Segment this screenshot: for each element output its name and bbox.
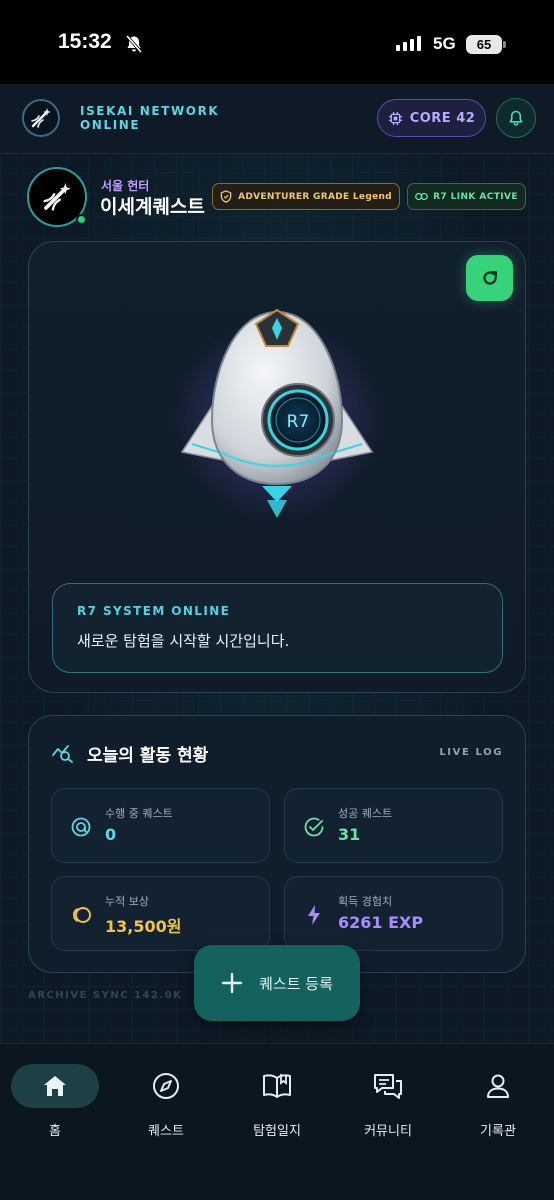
grade-badge-label: ADVENTURER GRADE Legend [238,191,392,202]
system-title: R7 SYSTEM ONLINE [77,604,231,618]
stat-label: 획득 경험치 [338,895,393,908]
register-quest-button[interactable]: 퀘스트 등록 [194,945,360,1021]
book-icon [233,1064,321,1108]
stat-label: 수행 중 퀘스트 [105,807,173,820]
r7-robot-illustration: R7 [170,302,384,530]
comet-icon [31,108,51,128]
brand-line-1: ISEKAI NETWORK [80,104,220,118]
core-button[interactable]: CORE 42 [377,99,486,137]
online-status-dot [76,214,87,225]
archive-sync-text: ARCHIVE SYNC 142.0K [28,990,183,1001]
link-status-badge: R7 LINK ACTIVE [407,183,526,210]
nav-label: 홈 [49,1124,61,1139]
nav-label: 퀘스트 [148,1124,184,1139]
link-icon [415,192,428,201]
stat-label: 성공 퀘스트 [338,807,393,820]
stats-title: 오늘의 활동 현황 [87,746,209,766]
app-logo[interactable] [22,99,60,137]
bottom-navigation: 홈 퀘스트 탐험일지 커뮤니티 기록관 [0,1043,554,1200]
stat-value: 6261 EXP [338,913,424,932]
profile-name: 이세계퀘스트 [100,196,205,218]
nav-item-home[interactable]: 홈 [10,1064,100,1159]
refresh-button[interactable] [466,255,513,301]
live-log-link[interactable]: LIVE LOG [439,747,503,758]
nav-label: 기록관 [480,1124,516,1139]
signal-icon [396,36,421,51]
stat-card-active-quests[interactable]: 수행 중 퀘스트 0 [51,788,270,863]
stat-value: 13,500원 [105,917,182,936]
grade-badge: ADVENTURER GRADE Legend [212,183,400,210]
network-type: 5G [433,34,456,53]
target-icon [69,815,93,839]
refresh-icon [482,271,497,285]
nav-item-community[interactable]: 커뮤니티 [343,1064,433,1159]
nav-item-journal[interactable]: 탐험일지 [232,1064,322,1159]
coin-icon [69,903,93,927]
notification-button[interactable] [496,98,536,138]
home-icon [11,1064,99,1108]
analytics-icon [51,741,75,767]
stat-card-success-quests[interactable]: 성공 퀘스트 31 [284,788,503,863]
status-time: 15:32 [58,30,112,53]
robot-label: R7 [287,412,310,432]
status-bar: 15:32 5G 65 [0,0,554,84]
bell-icon [509,110,523,126]
activity-stats-card: 오늘의 활동 현황 LIVE LOG 수행 중 퀘스트 0 성공 퀘스트 31 … [28,715,526,973]
nav-item-archive[interactable]: 기록관 [453,1064,543,1159]
bell-off-icon [124,34,144,58]
shield-icon [220,190,232,203]
system-status-box: R7 SYSTEM ONLINE 새로운 탐험을 시작할 시간입니다. [52,583,503,673]
system-message: 새로운 탐험을 시작할 시간입니다. [77,632,290,650]
battery-indicator: 65 [466,35,502,54]
app-header: ISEKAI NETWORK ONLINE CORE 42 [0,84,554,154]
register-quest-label: 퀘스트 등록 [259,974,333,993]
chip-icon [388,111,402,125]
stat-value: 31 [338,825,361,844]
stat-label: 누적 보상 [105,895,149,908]
chat-icon [344,1064,432,1108]
compass-icon [122,1064,210,1108]
comet-icon [43,183,71,211]
brand-title: ISEKAI NETWORK ONLINE [80,104,260,132]
core-label: CORE 42 [409,110,476,126]
nav-label: 커뮤니티 [364,1124,412,1139]
stat-card-total-reward[interactable]: 누적 보상 13,500원 [51,876,270,951]
user-icon [454,1064,542,1108]
link-badge-label: R7 LINK ACTIVE [433,191,518,202]
nav-item-quest[interactable]: 퀘스트 [121,1064,211,1159]
battery-tip [503,41,506,48]
stat-value: 0 [105,825,117,844]
plus-icon [221,972,243,994]
check-circle-icon [302,815,326,839]
bolt-icon [302,903,326,927]
nav-label: 탐험일지 [253,1124,301,1139]
brand-line-2: ONLINE [80,118,141,132]
stat-card-exp[interactable]: 획득 경험치 6261 EXP [284,876,503,951]
